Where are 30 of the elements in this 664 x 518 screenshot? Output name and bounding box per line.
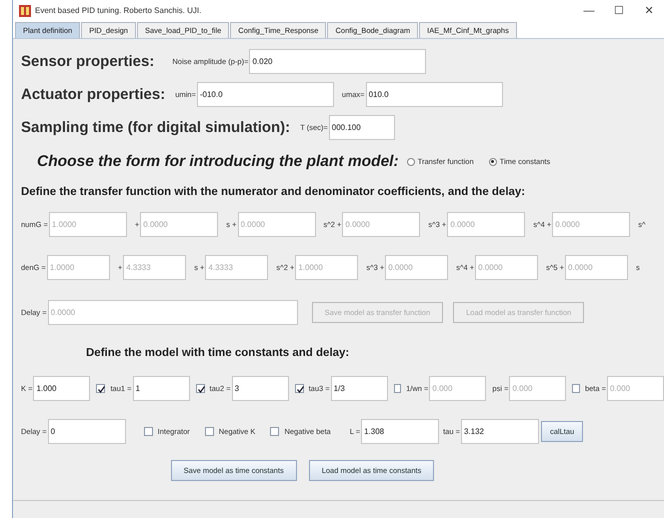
input-field[interactable]: -010.0	[196, 82, 334, 108]
section-heading: Sampling time (for digital simulation):	[21, 118, 290, 138]
section-heading: Choose the form for introducing the plant model:	[37, 152, 399, 172]
section-heading: Actuator properties:	[21, 84, 166, 104]
section-heading: Define the model with time constants and delay:	[86, 346, 350, 361]
input-field[interactable]: 000.100	[328, 115, 395, 140]
minimize-button[interactable]: —	[574, 2, 604, 20]
radio-button[interactable]	[406, 158, 415, 166]
checkbox[interactable]	[204, 427, 214, 436]
input-field[interactable]: 1/3	[330, 376, 388, 401]
input-field[interactable]: 0	[48, 419, 126, 444]
input-field[interactable]: 3	[232, 376, 289, 401]
maximize-button[interactable]: ☐	[604, 2, 634, 20]
checkbox[interactable]	[270, 427, 280, 436]
checkbox[interactable]	[196, 384, 205, 393]
app-icon	[19, 4, 31, 17]
radio-button[interactable]	[488, 158, 497, 166]
section-heading: Sensor properties:	[21, 52, 154, 72]
input-field[interactable]: 010.0	[366, 82, 503, 108]
close-button[interactable]: ✕	[634, 2, 664, 20]
checkbox[interactable]	[294, 384, 304, 393]
input-field[interactable]: 3.132	[460, 419, 539, 444]
input-field[interactable]: 1.308	[361, 419, 440, 444]
input-field[interactable]: 1	[132, 376, 190, 401]
input-field[interactable]: 1.000	[33, 376, 90, 401]
section-heading: Define the transfer function with the numerator and denominator coefficients, and the delay:	[21, 184, 526, 200]
window-title: Event based PID tuning. Roberto Sanchis. UJI.	[35, 5, 202, 17]
checkbox[interactable]	[144, 427, 153, 436]
checkbox[interactable]	[96, 384, 106, 393]
input-field[interactable]: 0.020	[249, 49, 426, 74]
